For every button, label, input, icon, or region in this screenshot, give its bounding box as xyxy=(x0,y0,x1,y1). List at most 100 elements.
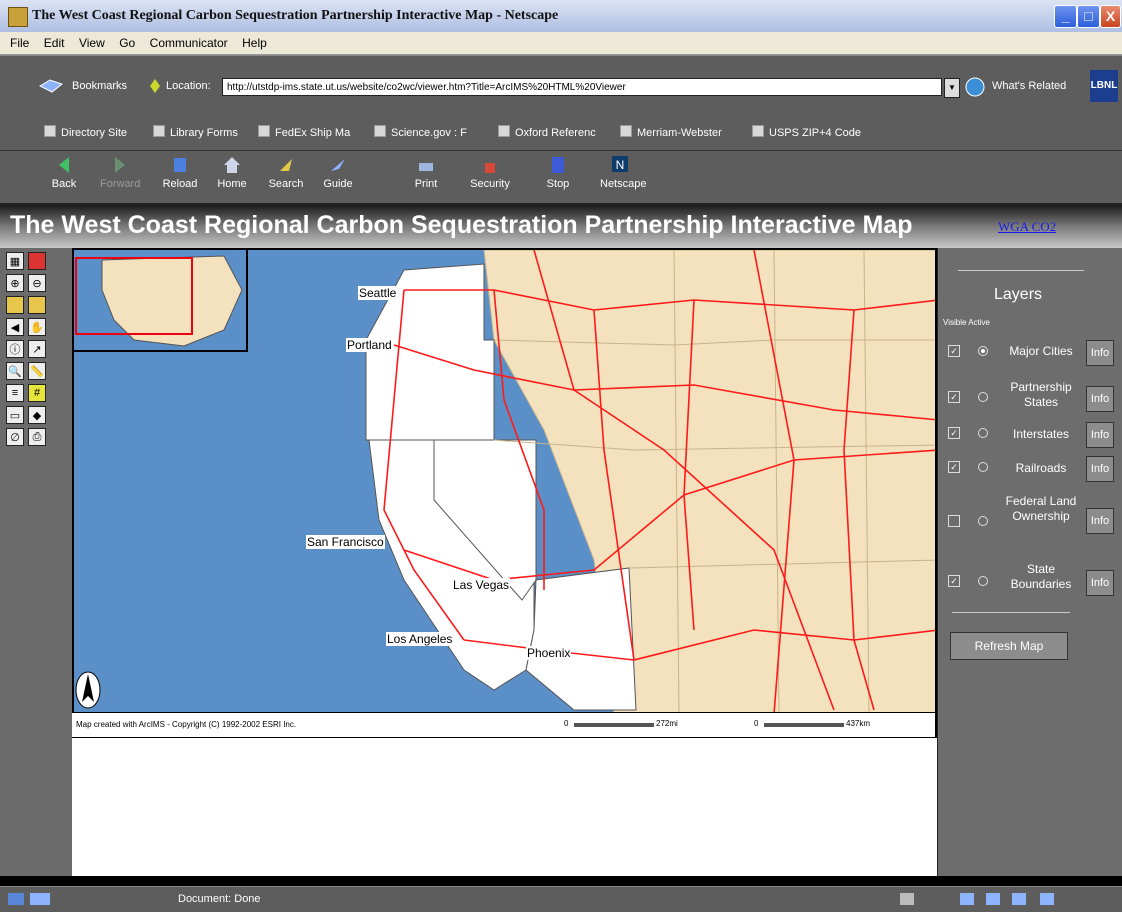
minimize-button[interactable]: _ xyxy=(1054,5,1077,28)
location-toolbar: Bookmarks Location: http://utstdp-ims.st… xyxy=(0,55,1122,107)
stop-button[interactable]: Stop xyxy=(538,155,578,190)
security-icon xyxy=(485,163,495,173)
layer-active-radio[interactable] xyxy=(978,428,988,438)
toggle-overview-icon[interactable]: ▦ xyxy=(6,252,24,270)
layer-visible-checkbox[interactable]: ✓ xyxy=(948,345,960,357)
select-rectangle-icon[interactable]: ▭ xyxy=(6,406,24,424)
measure-icon[interactable]: 📏 xyxy=(28,362,46,380)
bookmark-directory-site[interactable]: Directory Site xyxy=(44,125,127,139)
back-extent-icon[interactable]: ◀ xyxy=(6,318,24,336)
lbnl-logo: LBNL xyxy=(1090,70,1118,102)
menu-file[interactable]: File xyxy=(10,32,29,54)
svg-text:N: N xyxy=(616,158,625,172)
security-lock-icon[interactable] xyxy=(8,893,24,905)
layer-active-radio[interactable] xyxy=(978,576,988,586)
pan-icon[interactable]: ✋ xyxy=(28,318,46,336)
layer-row-state-boundaries: ✓ State Boundaries Info xyxy=(938,558,1122,598)
refresh-map-button[interactable]: Refresh Map xyxy=(950,632,1068,660)
home-button[interactable]: Home xyxy=(212,155,252,190)
scale-bar-km-end: 437km xyxy=(846,719,871,728)
layer-visible-checkbox[interactable] xyxy=(948,515,960,527)
clear-selection-icon[interactable]: ∅ xyxy=(6,428,24,446)
menu-edit[interactable]: Edit xyxy=(44,32,65,54)
layer-info-button[interactable]: Info xyxy=(1086,422,1114,448)
netscape-button[interactable]: N Netscape xyxy=(600,155,646,190)
menu-bar: File Edit View Go Communicator Help xyxy=(0,32,1122,55)
component-bar-navigator-icon[interactable] xyxy=(960,893,974,905)
maximize-button[interactable]: □ xyxy=(1077,5,1100,28)
bookmark-library-forms[interactable]: Library Forms xyxy=(153,125,238,139)
page-header: The West Coast Regional Carbon Sequestra… xyxy=(0,205,1122,248)
bookmark-fedex[interactable]: FedEx Ship Ma xyxy=(258,125,350,139)
layers-title: Layers xyxy=(994,286,1043,303)
find-icon[interactable]: 🔍 xyxy=(6,362,24,380)
overview-map[interactable] xyxy=(72,248,248,352)
bookmarks-icon[interactable] xyxy=(38,76,64,94)
layer-active-radio[interactable] xyxy=(978,346,988,356)
personal-toolbar: Directory Site Library Forms FedEx Ship … xyxy=(0,106,1122,151)
layer-active-radio[interactable] xyxy=(978,392,988,402)
page-icon xyxy=(752,125,764,137)
wga-co2-link[interactable]: WGA CO2 xyxy=(998,219,1056,235)
layer-info-button[interactable]: Info xyxy=(1086,340,1114,366)
menu-view[interactable]: View xyxy=(79,32,105,54)
bookmark-oxford[interactable]: Oxford Referenc xyxy=(498,125,596,139)
layer-row-railroads: ✓ Railroads Info xyxy=(938,454,1122,484)
status-text: Document: Done xyxy=(178,893,261,905)
zoom-out-icon[interactable]: ⊖ xyxy=(28,274,46,292)
print-button[interactable]: Print xyxy=(406,155,446,190)
zoom-in-icon[interactable]: ⊕ xyxy=(6,274,24,292)
layer-visible-checkbox[interactable]: ✓ xyxy=(948,461,960,473)
layer-visible-checkbox[interactable]: ✓ xyxy=(948,427,960,439)
component-bar-newsgroups-icon[interactable] xyxy=(1012,893,1026,905)
menu-communicator[interactable]: Communicator xyxy=(150,32,228,54)
bookmark-merriam-webster[interactable]: Merriam-Webster xyxy=(620,125,722,139)
location-icon xyxy=(150,79,160,93)
overview-map-drawing xyxy=(75,255,243,347)
bookmark-science-gov[interactable]: Science.gov : F xyxy=(374,125,467,139)
toggle-legend-icon[interactable] xyxy=(28,252,46,270)
menu-help[interactable]: Help xyxy=(242,32,267,54)
component-bar-mail-icon[interactable] xyxy=(986,893,1000,905)
layer-active-radio[interactable] xyxy=(978,516,988,526)
layer-visible-checkbox[interactable]: ✓ xyxy=(948,391,960,403)
back-button[interactable]: Back xyxy=(44,155,84,190)
layer-row-interstates: ✓ Interstates Info xyxy=(938,420,1122,450)
scale-bar-mi-start: 0 xyxy=(564,719,569,728)
layer-visible-checkbox[interactable]: ✓ xyxy=(948,575,960,587)
whats-related-button[interactable]: What's Related xyxy=(992,80,1066,92)
city-label-san-francisco: San Francisco xyxy=(306,535,385,549)
buffer-icon[interactable]: # xyxy=(28,384,46,402)
reload-button[interactable]: Reload xyxy=(160,155,200,190)
bookmark-usps[interactable]: USPS ZIP+4 Code xyxy=(752,125,861,139)
window-title-bar[interactable]: The West Coast Regional Carbon Sequestra… xyxy=(0,0,1122,32)
zoom-active-icon[interactable] xyxy=(28,296,46,314)
guide-button[interactable]: Guide xyxy=(318,155,358,190)
layer-info-button[interactable]: Info xyxy=(1086,456,1114,482)
menu-go[interactable]: Go xyxy=(119,32,135,54)
identify-icon[interactable]: ⓘ xyxy=(6,340,24,358)
zoom-full-icon[interactable] xyxy=(6,296,24,314)
url-input[interactable]: http://utstdp-ims.state.ut.us/website/co… xyxy=(222,78,942,96)
layer-active-radio[interactable] xyxy=(978,462,988,472)
bookmarks-button[interactable]: Bookmarks xyxy=(72,80,127,92)
select-icon[interactable]: ◆ xyxy=(28,406,46,424)
url-dropdown-icon[interactable]: ▼ xyxy=(944,78,960,98)
print-map-icon[interactable]: ⎙ xyxy=(28,428,46,446)
layer-name: Major Cities xyxy=(1009,344,1073,358)
layer-info-button[interactable]: Info xyxy=(1086,386,1114,412)
close-button[interactable]: X xyxy=(1100,5,1121,28)
layer-info-button[interactable]: Info xyxy=(1086,508,1114,534)
query-icon[interactable]: ≡ xyxy=(6,384,24,402)
security-button[interactable]: Security xyxy=(470,155,510,190)
connection-icon xyxy=(30,893,50,905)
layer-name: Partnership States xyxy=(1010,380,1072,409)
whats-related-icon[interactable] xyxy=(964,76,988,98)
component-bar-composer-icon[interactable] xyxy=(1040,893,1054,905)
layer-row-federal-land: Federal Land Ownership Info xyxy=(938,490,1122,548)
layer-name: State Boundaries xyxy=(1010,562,1072,591)
search-button[interactable]: Search xyxy=(266,155,306,190)
layer-info-button[interactable]: Info xyxy=(1086,570,1114,596)
hyperlink-icon[interactable]: ↗ xyxy=(28,340,46,358)
forward-button[interactable]: Forward xyxy=(100,155,140,190)
